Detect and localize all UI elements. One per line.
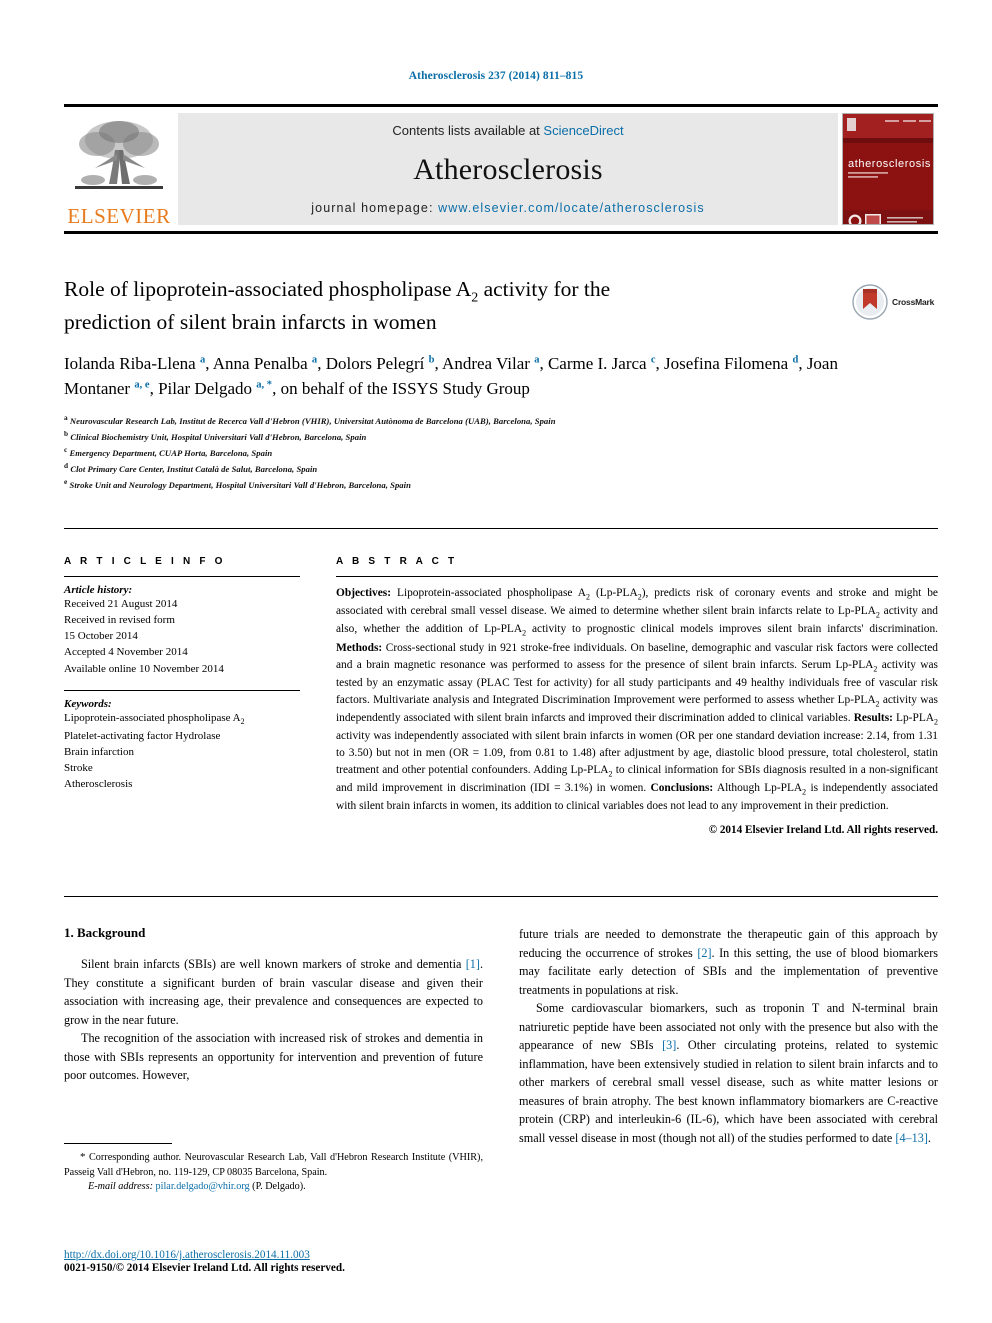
- affiliation-list: a Neurovascular Research Lab, Institut d…: [64, 412, 938, 493]
- title-line-2: prediction of silent brain infarcts in w…: [64, 309, 437, 334]
- email-link[interactable]: pilar.delgado@vhir.org: [156, 1181, 250, 1192]
- keyword-item: Brain infarction: [64, 745, 134, 758]
- email-line: E-mail address: pilar.delgado@vhir.org (…: [64, 1180, 483, 1194]
- body-column-right: future trials are needed to demonstrate …: [519, 925, 938, 1225]
- corresponding-author-footnote: * Corresponding author. Neurovascular Re…: [64, 1143, 483, 1195]
- elsevier-logo: ELSEVIER: [64, 107, 174, 231]
- affiliation-c: c Emergency Department, CUAP Horta, Barc…: [64, 444, 938, 460]
- abstract-column: A B S T R A C T Objectives: Lipoprotein-…: [336, 556, 938, 836]
- keywords-rule: [64, 689, 300, 691]
- running-head: Atherosclerosis 237 (2014) 811–815: [408, 70, 584, 82]
- crossmark-icon: [852, 284, 888, 320]
- sciencedirect-link[interactable]: ScienceDirect: [543, 123, 623, 138]
- email-label: E-mail address:: [88, 1181, 153, 1193]
- affiliation-mark-e: e: [64, 477, 68, 487]
- footnote-rule: [64, 1143, 172, 1144]
- affiliation-text-a: Neurovascular Research Lab, Institut de …: [69, 415, 556, 426]
- affiliation-b: b Clinical Biochemistry Unit, Hospital U…: [64, 428, 938, 444]
- affiliation-mark-c: c: [64, 445, 68, 455]
- history-item: Received 21 August 2014: [64, 598, 178, 610]
- affiliation-text-d: Clot Primary Care Center, Institut Catal…: [70, 464, 318, 475]
- affiliation-mark-a: a: [64, 412, 68, 422]
- masthead-center: Contents lists available at ScienceDirec…: [178, 113, 838, 225]
- abstract-copyright: © 2014 Elsevier Ireland Ltd. All rights …: [708, 824, 938, 837]
- footer-identifiers: http://dx.doi.org/10.1016/j.atherosclero…: [64, 1249, 564, 1274]
- section-heading-background: 1. Background: [64, 925, 146, 940]
- affiliation-text-e: Stroke Unit and Neurology Department, Ho…: [69, 480, 411, 491]
- elsevier-wordmark: ELSEVIER: [67, 204, 171, 228]
- contents-prefix: Contents lists available at: [392, 123, 544, 138]
- affiliation-d: d Clot Primary Care Center, Institut Cat…: [64, 460, 938, 476]
- contents-list-line: Contents lists available at ScienceDirec…: [392, 123, 623, 138]
- title-block: Role of lipoprotein-associated phospholi…: [64, 275, 938, 493]
- article-info-rule: [64, 576, 300, 577]
- affiliation-a: a Neurovascular Research Lab, Institut d…: [64, 412, 938, 428]
- body-paragraph: future trials are needed to demonstrate …: [519, 927, 938, 997]
- elsevier-tree-icon: [69, 114, 169, 206]
- article-info-column: A R T I C L E I N F O Article history: R…: [64, 556, 300, 792]
- divider-above-body: [64, 896, 938, 897]
- history-item: Accepted 4 November 2014: [64, 646, 188, 659]
- keyword-item: Lipoprotein-associated phospholipase A2: [64, 711, 245, 726]
- journal-masthead: ELSEVIER Contents lists available at Sci…: [64, 104, 938, 234]
- issn-copyright-line: 0021-9150/© 2014 Elsevier Ireland Ltd. A…: [64, 1262, 345, 1274]
- title-line-1-tail: activity for the: [478, 277, 611, 301]
- article-info-heading: A R T I C L E I N F O: [64, 556, 226, 567]
- doi-link[interactable]: http://dx.doi.org/10.1016/j.atherosclero…: [64, 1249, 564, 1261]
- page-title: Role of lipoprotein-associated phospholi…: [64, 275, 764, 336]
- svg-text:atherosclerosis: atherosclerosis: [848, 158, 931, 170]
- journal-homepage-line: journal homepage: www.elsevier.com/locat…: [311, 201, 704, 215]
- affiliation-mark-d: d: [64, 461, 69, 471]
- divider-above-info: [64, 528, 938, 529]
- article-history-label: Article history:: [64, 584, 133, 596]
- keyword-item: Stroke: [64, 761, 93, 774]
- article-first-page: Atherosclerosis 237 (2014) 811–815 ELSEV…: [0, 0, 992, 1323]
- body-paragraph: Some cardiovascular biomarkers, such as …: [519, 1001, 938, 1146]
- body-paragraph: Silent brain infarcts (SBIs) are well kn…: [64, 957, 483, 1027]
- article-history-block: Article history: Received 21 August 2014…: [64, 584, 300, 677]
- affiliation-text-b: Clinical Biochemistry Unit, Hospital Uni…: [70, 431, 367, 442]
- journal-cover-thumbnail: atherosclerosis: [842, 113, 934, 225]
- abstract-rule: [336, 576, 938, 577]
- author-list: Iolanda Riba-Llena a, Anna Penalba a, Do…: [64, 354, 838, 398]
- abstract-heading: A B S T R A C T: [336, 556, 458, 567]
- history-item: Received in revised form: [64, 614, 175, 627]
- affiliation-mark-b: b: [64, 428, 69, 438]
- keyword-item: Platelet-activating factor Hydrolase: [64, 729, 221, 742]
- crossmark-label: CrossMark: [892, 297, 935, 307]
- homepage-prefix: journal homepage:: [311, 201, 439, 215]
- email-suffix: (P. Delgado).: [252, 1181, 306, 1193]
- history-item: Available online 10 November 2014: [64, 662, 224, 675]
- title-line-1-head: Role of lipoprotein-associated phospholi…: [64, 277, 472, 301]
- corresponding-author-text: * Corresponding author. Neurovascular Re…: [64, 1151, 483, 1178]
- keyword-item: Atherosclerosis: [64, 778, 133, 791]
- body-paragraph: The recognition of the association with …: [64, 1031, 483, 1083]
- affiliation-text-c: Emergency Department, CUAP Horta, Barcel…: [69, 447, 273, 458]
- history-item: 15 October 2014: [64, 630, 138, 643]
- keywords-label: Keywords:: [64, 697, 112, 710]
- journal-title: Atherosclerosis: [413, 152, 603, 186]
- crossmark-badge[interactable]: CrossMark: [852, 281, 938, 323]
- journal-homepage-link[interactable]: www.elsevier.com/locate/atherosclerosis: [438, 201, 705, 215]
- affiliation-e: e Stroke Unit and Neurology Department, …: [64, 476, 938, 492]
- abstract-text: Objectives: Lipoprotein-associated phosp…: [336, 587, 938, 813]
- keywords-block: Keywords: Lipoprotein-associated phospho…: [64, 698, 300, 792]
